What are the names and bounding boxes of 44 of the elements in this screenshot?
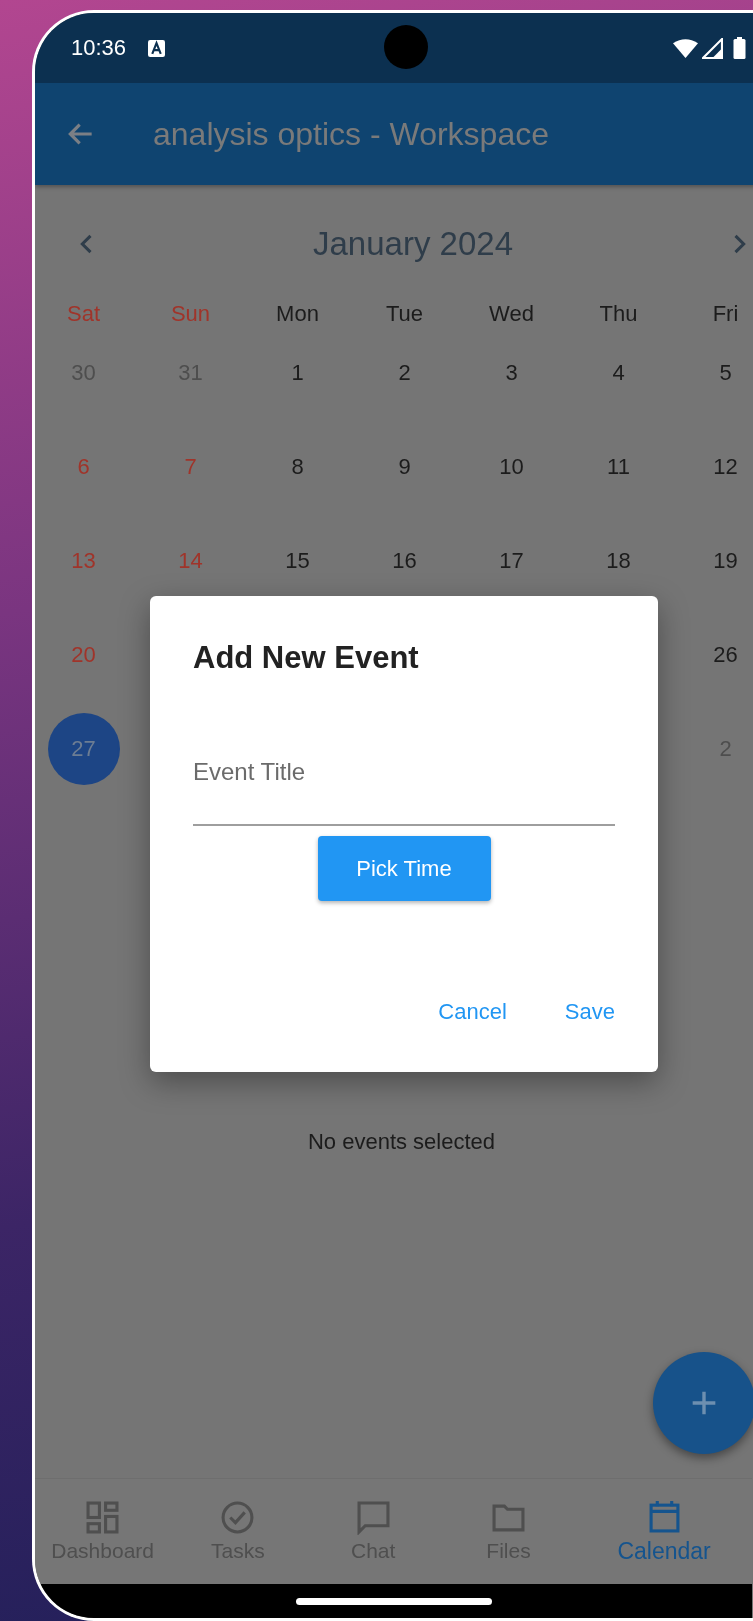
pick-time-button[interactable]: Pick Time: [317, 836, 491, 901]
weekday-label: Fri: [712, 301, 739, 327]
battery-icon: [733, 37, 746, 59]
weekday-label: Sat: [67, 301, 100, 327]
check-circle-icon: [221, 1500, 255, 1535]
weekday-label: Wed: [489, 301, 534, 327]
notification-icon: [148, 39, 166, 57]
calendar-day[interactable]: 3: [475, 337, 548, 409]
dialog-action-button[interactable]: Cancel: [424, 989, 521, 1035]
calendar-day[interactable]: 16: [368, 525, 441, 597]
month-title: January 2024: [313, 225, 513, 263]
chat-icon: [356, 1500, 390, 1535]
calendar-day[interactable]: 11: [582, 431, 655, 503]
calendar-day[interactable]: 8: [261, 431, 334, 503]
calendar-day[interactable]: 10: [475, 431, 548, 503]
camera-cutout: [384, 25, 428, 69]
gesture-handle[interactable]: [295, 1597, 492, 1605]
wifi-icon: [673, 38, 698, 58]
weekday-label: Mon: [276, 301, 319, 327]
calendar-day[interactable]: 1: [261, 337, 334, 409]
calendar-day[interactable]: 26: [689, 619, 753, 691]
signal-icon: [702, 37, 723, 59]
calendar-day[interactable]: 2: [368, 337, 441, 409]
calendar-icon: [647, 1498, 681, 1534]
weekday-label: Thu: [599, 301, 638, 327]
status-time: 10:36: [71, 35, 127, 61]
dialog-action-button[interactable]: Save: [550, 989, 629, 1035]
calendar-day[interactable]: 18: [582, 525, 655, 597]
nav-item[interactable]: Calendar: [576, 1479, 752, 1584]
dashboard-icon: [86, 1500, 120, 1535]
calendar-day[interactable]: 9: [368, 431, 441, 503]
add-button[interactable]: [653, 1352, 753, 1454]
calendar-day[interactable]: 27: [47, 713, 120, 785]
calendar-day[interactable]: 4: [582, 337, 655, 409]
weekday-label: Tue: [385, 301, 424, 327]
weekday-label: Sun: [170, 301, 211, 327]
app-title: analysis optics - Workspace: [153, 115, 549, 153]
calendar-day[interactable]: 15: [261, 525, 334, 597]
calendar-day[interactable]: 19: [689, 525, 753, 597]
empty-events-message: No events selected: [306, 1129, 497, 1155]
calendar-day[interactable]: 17: [475, 525, 548, 597]
dialog-title: Add New Event: [193, 640, 420, 676]
calendar-day[interactable]: 5: [689, 337, 753, 409]
calendar-day[interactable]: 12: [689, 431, 753, 503]
